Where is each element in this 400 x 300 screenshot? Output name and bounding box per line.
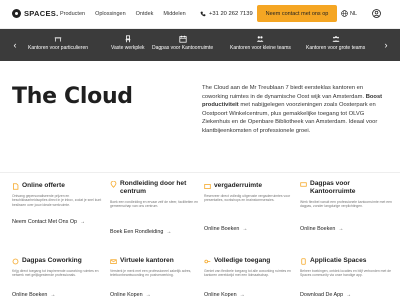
service-description: Werk flexibel vanuit een professionele k…	[300, 200, 392, 209]
service-online-offerte: Online offerte Ontvang gepersonaliseerde…	[12, 182, 104, 207]
buy-full-access-link[interactable]: Online Kopen →	[204, 292, 245, 298]
link-label: Online Boeken	[300, 226, 336, 232]
service-title: Dagpas voor Kantoorruimte	[310, 180, 356, 195]
nav-middelen[interactable]: Middelen	[163, 11, 185, 17]
nav-oplossingen[interactable]: Oplossingen	[95, 11, 126, 17]
desk-icon	[54, 37, 62, 42]
service-description: Reserveer direct volledig uitgeruste ver…	[204, 194, 291, 203]
main-nav: Producten Oplossingen Ontdek Middelen	[60, 11, 186, 17]
hero-description: The Cloud aan de Mr Treublaan 7 biedt ee…	[202, 84, 388, 135]
category-label: Dagpas voor Kantoorruimte	[152, 45, 214, 51]
category-label: Kantoren voor grote teams	[306, 45, 366, 51]
ticket-icon	[300, 182, 307, 187]
phone-app-icon	[301, 258, 306, 265]
logo-mark-icon	[12, 9, 21, 18]
service-description: Ontvang gepersonaliseerde prijzen en bes…	[12, 194, 102, 207]
arrow-right-icon: →	[239, 292, 245, 298]
section-divider	[0, 172, 400, 173]
category-kleine-teams[interactable]: Kantoren voor kleine teams	[230, 35, 291, 51]
service-title: Rondleiding door het centrum	[120, 180, 187, 195]
chair-icon	[125, 35, 131, 43]
service-description: Boek een rondleiding en ervaar zelf de s…	[110, 200, 199, 209]
service-virtuele-kantoren: Virtuele kantoren Versterk je merk met e…	[110, 257, 202, 278]
link-label: Boek Een Rondleiding	[110, 229, 164, 235]
service-title: Virtuele kantoren	[120, 257, 174, 264]
arrow-right-icon: →	[242, 226, 248, 232]
category-grote-teams[interactable]: Kantoren voor grote teams	[306, 35, 365, 51]
service-vergaderruimte: vergaderruimte Reserveer direct volledig…	[204, 182, 296, 203]
phone-number: +31 20 262 7139	[209, 11, 253, 17]
user-account-icon[interactable]	[372, 9, 381, 18]
arrow-right-icon: →	[346, 292, 352, 298]
arrow-right-icon: →	[80, 219, 86, 225]
book-daypass-link[interactable]: Online Boeken →	[300, 226, 343, 232]
service-applicatie: Applicatie Spaces Beheer boekingen, ontd…	[300, 257, 392, 278]
service-dagpas-kantoor: Dagpas voor Kantoorruimte Werk flexibel …	[300, 180, 392, 209]
link-label: Neem Contact Met Ons Op	[12, 219, 78, 225]
book-tour-link[interactable]: Boek Een Rondleiding →	[110, 229, 171, 235]
team-icon	[257, 36, 264, 42]
contact-link[interactable]: Neem Contact Met Ons Op →	[12, 219, 85, 225]
logo-text: SPACES.	[24, 9, 59, 18]
link-label: Online Boeken	[204, 226, 240, 232]
arrow-right-icon: →	[166, 229, 172, 235]
arrow-right-icon: →	[338, 226, 344, 232]
category-particulieren[interactable]: Kantoren voor particulieren	[28, 35, 88, 51]
service-title: Applicatie Spaces	[310, 257, 367, 264]
service-dagpas-coworking: Dagpas Coworking Krijg direct toegang to…	[12, 257, 104, 278]
meeting-room-icon	[204, 184, 211, 189]
globe-icon	[341, 10, 348, 17]
group-icon	[332, 36, 340, 42]
category-dagpas-kantoor[interactable]: Dagpas voor Kantoorruimte	[152, 35, 213, 51]
category-vaste-werkplek[interactable]: Vaste werkplek	[111, 35, 145, 51]
category-label: Kantoren voor particulieren	[28, 45, 89, 51]
document-icon	[13, 183, 19, 190]
hero-text-lead: The Cloud aan de Mr Treublaan 7 biedt ee…	[202, 85, 365, 100]
service-description: Beheer boekingen, ontdek locaties en bli…	[300, 269, 392, 278]
top-navigation: SPACES. Producten Oplossingen Ontdek Mid…	[0, 0, 400, 29]
page-title: The Cloud	[12, 84, 133, 109]
buy-virtual-office-link[interactable]: Online Kopen →	[110, 292, 151, 298]
service-title: Online offerte	[22, 182, 65, 189]
download-app-link[interactable]: Download De App →	[300, 292, 351, 298]
arrow-right-icon: →	[50, 292, 56, 298]
phone-icon	[200, 11, 206, 17]
nav-producten[interactable]: Producten	[60, 11, 85, 17]
spaces-logo[interactable]: SPACES.	[12, 9, 58, 18]
service-description: Krijg direct toegang tot inspirerende co…	[12, 269, 99, 278]
service-title: vergaderruimte	[214, 182, 263, 189]
service-title: Volledige toegang	[214, 257, 271, 264]
chevron-left-icon[interactable]: ‹	[10, 39, 20, 51]
phone-link[interactable]: +31 20 262 7139	[200, 11, 253, 17]
language-label: NL	[350, 10, 358, 17]
service-volledige-toegang: Volledige toegang Geniet van flexibele t…	[204, 257, 296, 278]
key-icon	[204, 259, 211, 264]
service-title: Dagpas Coworking	[22, 257, 82, 264]
coworking-icon	[12, 258, 19, 265]
map-pin-icon	[110, 181, 117, 188]
contact-button[interactable]: Neem contact met ons op	[257, 5, 337, 22]
service-rondleiding: Rondleiding door het centrum Boek een ro…	[110, 180, 202, 209]
link-label: Online Kopen	[204, 292, 237, 298]
category-label: Vaste werkplek	[111, 45, 145, 51]
service-description: Versterk je merk met een professioneel z…	[110, 269, 192, 278]
link-label: Download De App	[300, 292, 344, 298]
calendar-icon	[178, 35, 187, 43]
book-meeting-link[interactable]: Online Boeken →	[204, 226, 247, 232]
mail-icon	[110, 259, 117, 264]
service-description: Geniet van flexibele toegang tot alle co…	[204, 269, 291, 278]
arrow-right-icon: →	[145, 292, 151, 298]
link-label: Online Kopen	[110, 292, 143, 298]
category-bar: ‹ Kantoren voor particulieren Vaste werk…	[0, 29, 400, 61]
chevron-right-icon[interactable]: ›	[381, 39, 391, 51]
language-selector[interactable]: NL	[341, 10, 357, 17]
nav-ontdek[interactable]: Ontdek	[136, 11, 154, 17]
category-label: Kantoren voor kleine teams	[230, 45, 291, 51]
link-label: Online Boeken	[12, 292, 48, 298]
book-coworking-link[interactable]: Online Boeken →	[12, 292, 55, 298]
